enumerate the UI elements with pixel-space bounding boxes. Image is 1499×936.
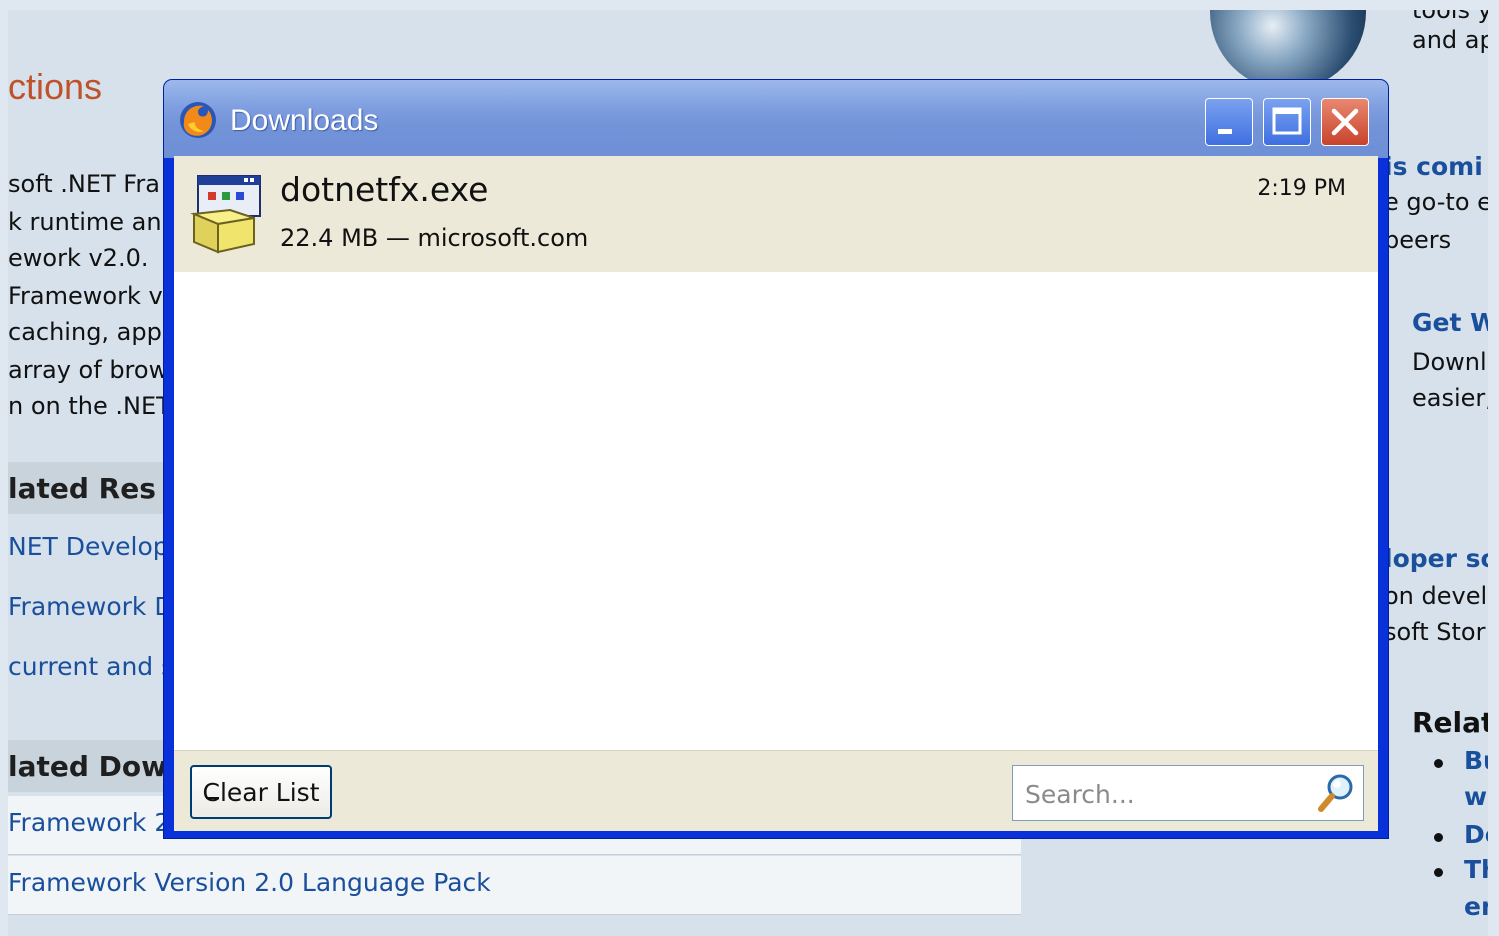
maximize-icon <box>1272 107 1302 135</box>
download-time: 2:19 PM <box>1257 176 1346 201</box>
title-bar[interactable]: Downloads <box>164 80 1388 158</box>
bullet <box>1434 868 1443 877</box>
desc-line: k runtime and <box>8 208 177 236</box>
related-resource-link[interactable]: NET Develope <box>8 532 184 561</box>
close-button[interactable] <box>1321 98 1369 146</box>
desc-line: ework v2.0. <box>8 244 149 272</box>
clear-list-button[interactable]: Clear List <box>190 765 332 819</box>
desc-line: n on the .NET <box>8 392 171 420</box>
related-link[interactable]: Th <box>1464 855 1488 884</box>
coming-line: e go-to e <box>1384 188 1488 216</box>
right-top-line: tools y <box>1412 10 1488 24</box>
downloads-window[interactable]: Downloads dotnetfx.exe 22.4 MB — microso… <box>164 80 1388 838</box>
globe-image <box>1210 10 1366 90</box>
related-resource-link[interactable]: current and s <box>8 652 174 681</box>
related-link[interactable]: De <box>1464 820 1488 849</box>
downloads-footer: Clear List <box>174 750 1378 831</box>
maximize-button[interactable] <box>1263 98 1311 146</box>
page-heading-fragment: ctions <box>8 66 103 107</box>
desc-line: Framework ve <box>8 282 178 310</box>
search-input[interactable] <box>1023 774 1317 814</box>
downloads-list: dotnetfx.exe 22.4 MB — microsoft.com 2:1… <box>174 156 1378 831</box>
bullet <box>1434 833 1443 842</box>
developer-line: on devel <box>1384 582 1488 610</box>
minimize-button[interactable] <box>1205 98 1253 146</box>
close-icon <box>1331 108 1359 136</box>
desc-line: array of brow <box>8 356 169 384</box>
magnifier-icon[interactable] <box>1313 770 1359 816</box>
window-title: Downloads <box>230 104 379 137</box>
right-top-line: and ap <box>1412 26 1488 54</box>
related-resources-heading: lated Res <box>8 472 156 505</box>
search-box[interactable] <box>1012 765 1364 821</box>
firefox-icon <box>180 102 216 138</box>
related-link[interactable]: en <box>1464 892 1488 921</box>
installer-package-icon <box>190 175 261 254</box>
download-item[interactable]: dotnetfx.exe 22.4 MB — microsoft.com 2:1… <box>174 156 1378 272</box>
get-line: Downl <box>1412 348 1487 376</box>
developer-heading[interactable]: loper so <box>1384 544 1488 573</box>
get-heading[interactable]: Get W <box>1412 308 1488 337</box>
coming-line: peers <box>1384 226 1452 254</box>
desc-line: caching, appl <box>8 318 169 346</box>
bullet <box>1434 759 1443 768</box>
related-downloads-heading: lated Dow <box>8 750 168 783</box>
coming-heading[interactable]: is comi <box>1384 152 1483 181</box>
minimize-icon <box>1218 129 1232 134</box>
download-filename: dotnetfx.exe <box>280 170 489 209</box>
get-line: easier, <box>1412 384 1488 412</box>
related-link[interactable]: wi <box>1464 782 1488 811</box>
developer-line: soft Stor <box>1384 618 1486 646</box>
related-heading: Relat <box>1412 706 1488 739</box>
related-download-link[interactable]: Framework Version 2.0 Language Pack <box>8 868 491 897</box>
related-resource-link[interactable]: Framework D <box>8 592 174 621</box>
related-download-link[interactable]: Framework 2 <box>8 808 170 837</box>
related-link[interactable]: Bu <box>1464 746 1488 775</box>
download-status: 22.4 MB — microsoft.com <box>280 224 589 252</box>
desc-line: soft .NET Fra <box>8 170 160 198</box>
